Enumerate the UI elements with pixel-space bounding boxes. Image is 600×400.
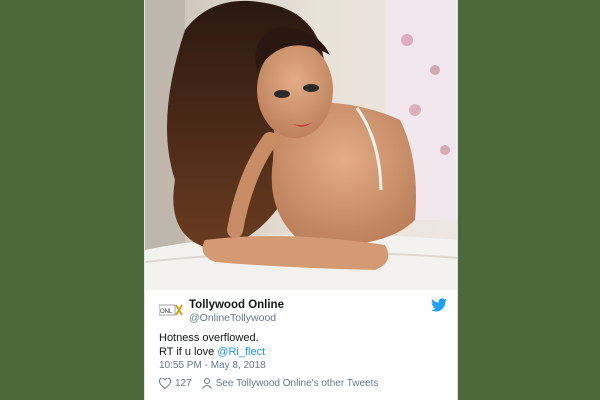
twitter-bird-icon[interactable]	[431, 298, 447, 312]
user-handle[interactable]: @OnlineTollywood	[189, 312, 284, 325]
tweet-text-line1: Hotness overflowed.	[159, 332, 259, 344]
person-icon	[201, 377, 212, 389]
tweet-header: ONL Tollywood Online @OnlineTollywood	[159, 296, 447, 326]
author-names[interactable]: Tollywood Online @OnlineTollywood	[189, 298, 284, 325]
tweet-photo[interactable]	[145, 0, 457, 290]
tweet-text-line2-prefix: RT if u love	[159, 346, 218, 358]
tweet-timestamp[interactable]: 10:55 PM - May 8, 2018	[159, 360, 266, 372]
see-other-tweets-link[interactable]: See Tollywood Online's other Tweets	[216, 378, 379, 389]
heart-icon[interactable]	[159, 377, 171, 389]
photo-illustration	[145, 0, 457, 290]
svg-text:ONL: ONL	[160, 309, 173, 315]
tweet-actions: 127 See Tollywood Online's other Tweets	[159, 376, 378, 390]
display-name[interactable]: Tollywood Online	[189, 298, 284, 312]
mention-link[interactable]: @Ri_flect	[217, 346, 265, 358]
like-count: 127	[175, 377, 192, 389]
tweet-card: ONL Tollywood Online @OnlineTollywood Ho…	[144, 0, 458, 400]
tweet-text-line2: RT if u love @Ri_flect	[159, 345, 447, 359]
logo-icon[interactable]: ONL	[159, 300, 183, 320]
tweet-text: Hotness overflowed. RT if u love @Ri_fle…	[159, 331, 447, 359]
